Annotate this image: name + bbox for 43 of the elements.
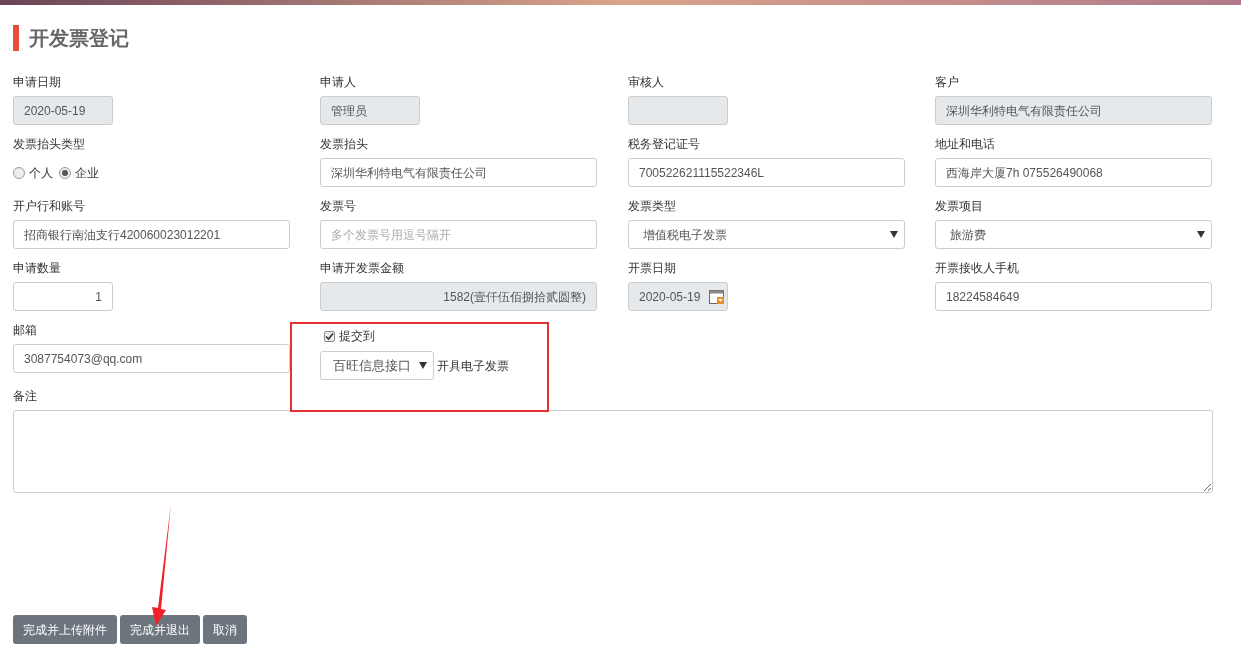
field-label: 客户 xyxy=(935,74,960,90)
field-label: 申请日期 xyxy=(13,74,62,90)
caret-icon xyxy=(1197,231,1205,238)
radio-button[interactable] xyxy=(13,166,25,179)
field-label: 备注 xyxy=(13,388,38,404)
action-button[interactable]: 取消 xyxy=(203,615,247,644)
field-label: 发票类型 xyxy=(628,198,677,214)
field-label: 审核人 xyxy=(628,74,665,90)
input-field[interactable]: 招商银行南油支行420060023012201 xyxy=(13,220,290,249)
field-label: 申请开发票金额 xyxy=(320,260,405,276)
caret-icon xyxy=(419,362,427,369)
input-field[interactable]: 18224584649 xyxy=(935,282,1212,311)
input-field[interactable]: 3087754073@qq.com xyxy=(13,344,290,373)
caret-icon xyxy=(890,231,898,238)
submit-suffix-text: 开具电子发票 xyxy=(437,357,509,375)
action-button[interactable]: 完成并退出 xyxy=(120,615,200,644)
input-field[interactable]: 700522621115522346L xyxy=(628,158,905,187)
input-field[interactable]: 西海岸大厦7h 075526490068 xyxy=(935,158,1212,187)
field-label: 地址和电话 xyxy=(935,136,996,152)
field-label: 开票日期 xyxy=(628,260,677,276)
radio-label: 个人 xyxy=(29,164,53,182)
field-label: 邮箱 xyxy=(13,322,38,338)
radio-label: 企业 xyxy=(75,164,99,182)
radio-button[interactable] xyxy=(59,166,71,179)
field-label: 发票项目 xyxy=(935,198,984,214)
field-label: 税务登记证号 xyxy=(628,136,701,152)
input-field[interactable]: 1 xyxy=(13,282,113,311)
field-label: 发票抬头 xyxy=(320,136,369,152)
field-label: 申请人 xyxy=(320,74,357,90)
field-label: 开票接收人手机 xyxy=(935,260,1020,276)
checkbox-label: 提交到 xyxy=(339,328,375,345)
field-label: 发票抬头类型 xyxy=(13,136,86,152)
field-label: 开户行和账号 xyxy=(13,198,86,214)
dropdown-select[interactable]: 百旺信息接口 xyxy=(320,351,434,380)
checkbox[interactable] xyxy=(324,330,335,342)
page-title: 开发票登记 xyxy=(29,26,129,51)
title-accent-bar xyxy=(13,25,19,51)
action-button[interactable]: 完成并上传附件 xyxy=(13,615,117,644)
field-label: 发票号 xyxy=(320,198,357,214)
dropdown-select[interactable]: 旅游费 xyxy=(935,220,1212,249)
field-label: 申请数量 xyxy=(13,260,62,276)
dropdown-select[interactable]: 增值税电子发票 xyxy=(628,220,905,249)
input-field[interactable]: 深圳华利特电气有限责任公司 xyxy=(320,158,597,187)
